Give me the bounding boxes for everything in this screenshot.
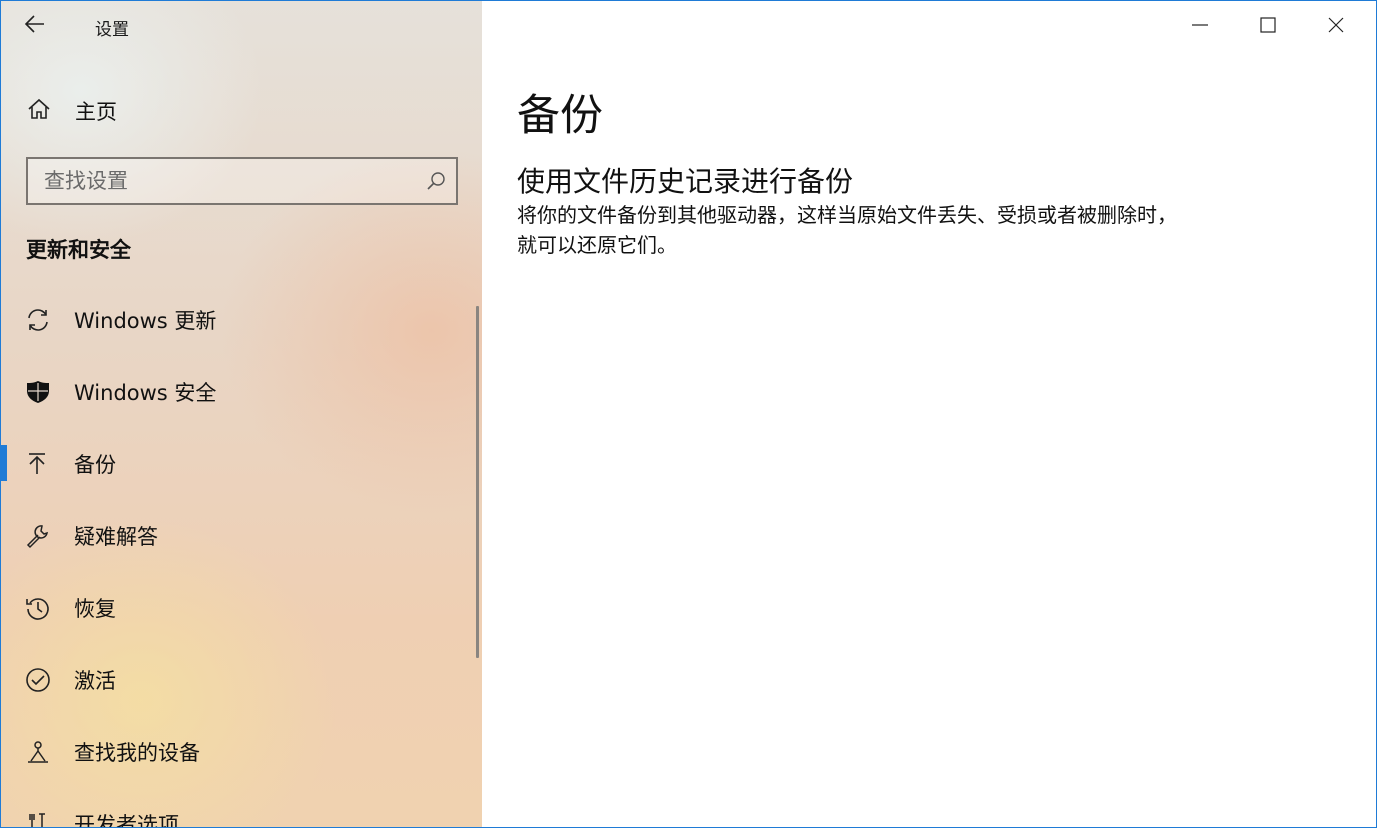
search-input[interactable] [28,159,424,203]
person-pin-icon [28,741,48,763]
sidebar-item-home[interactable]: 主页 [1,89,482,129]
sidebar-item-developer-options[interactable]: 开发者选项 [1,787,471,827]
window-controls [1166,1,1376,49]
app-title: 设置 [95,20,129,40]
back-button[interactable] [23,12,53,38]
sidebar-item-label: 备份 [74,453,116,477]
maximize-button[interactable] [1234,1,1302,49]
close-button[interactable] [1302,1,1370,49]
home-icon [28,98,50,119]
section-title: 更新和安全 [26,238,131,262]
sidebar-item-label: 激活 [74,669,116,693]
selection-indicator [1,445,7,481]
sidebar-item-backup[interactable]: 备份 [1,427,471,499]
sidebar: 设置 主页 更新和安全 [1,1,482,827]
search-box[interactable] [26,157,458,205]
check-circle-icon [26,668,50,692]
page-title: 备份 [517,91,603,141]
section-description: 将你的文件备份到其他驱动器，这样当原始文件丢失、受损或者被删除时，就可以还原它们… [517,203,1177,257]
minimize-button[interactable] [1166,1,1234,49]
sidebar-item-recovery[interactable]: 恢复 [1,571,471,643]
maximize-icon [1260,17,1276,33]
sidebar-item-label: 开发者选项 [74,813,179,827]
sidebar-item-troubleshoot[interactable]: 疑难解答 [1,499,471,571]
search-icon[interactable] [426,171,446,191]
developer-tools-icon [29,813,45,827]
minimize-icon [1192,24,1208,26]
history-icon [26,598,49,620]
close-icon [1328,17,1344,33]
settings-window: 设置 主页 更新和安全 [0,0,1377,828]
sync-icon [28,309,48,331]
wrench-icon [26,525,48,549]
sidebar-item-find-my-device[interactable]: 查找我的设备 [1,715,471,787]
sidebar-item-label: Windows 安全 [74,381,217,405]
sidebar-item-label: 恢复 [74,597,116,621]
sidebar-item-label: 查找我的设备 [74,741,200,765]
sidebar-titlebar: 设置 [1,1,482,49]
sidebar-item-label: Windows 更新 [74,309,217,333]
sidebar-item-label: 疑难解答 [74,525,158,549]
shield-icon [27,381,49,403]
sidebar-item-activation[interactable]: 激活 [1,643,471,715]
home-label: 主页 [75,100,117,124]
main-content: 备份 使用文件历史记录进行备份 将你的文件备份到其他驱动器，这样当原始文件丢失、… [482,1,1376,827]
sidebar-item-windows-update[interactable]: Windows 更新 [1,283,471,355]
section-heading: 使用文件历史记录进行备份 [517,165,854,198]
backup-arrow-icon [29,453,45,474]
sidebar-item-windows-security[interactable]: Windows 安全 [1,355,471,427]
sidebar-scrollbar[interactable] [476,306,479,658]
back-arrow-icon [24,15,44,33]
